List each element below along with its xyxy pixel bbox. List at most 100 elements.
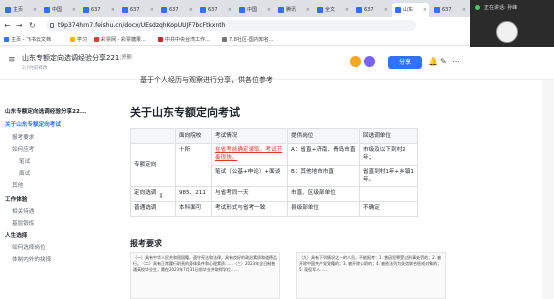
table-cell: 市直、区级部单位 <box>287 186 360 202</box>
table-cell: 专额定向 <box>130 143 176 187</box>
url-input[interactable]: t9p374hrn7.feishu.cn/docx/UEsdzqhKopUUJF… <box>46 20 416 31</box>
browser-tab[interactable]: 637 × <box>197 3 234 17</box>
table-header-row: 面向院校 考试情况 提供岗位 回选调单位 <box>130 128 418 144</box>
sidebar-toggle-icon[interactable]: ≡ <box>8 55 16 65</box>
close-icon[interactable]: × <box>33 3 37 17</box>
browser-tab[interactable]: 腾讯 × <box>275 3 312 17</box>
table-header-cell: 面向院校 <box>175 128 212 144</box>
table-row: 定向选调 985、211 与省考同一天 市直、区级部单位 <box>130 186 418 202</box>
toc-item[interactable]: 面试 <box>19 169 30 177</box>
edit-icon[interactable]: ✎ <box>440 57 447 66</box>
bookmark-item[interactable]: 学习 <box>70 36 87 44</box>
close-icon[interactable]: × <box>462 3 466 17</box>
toc-item[interactable]: 基层锻炼 <box>12 219 34 227</box>
table-header-cell <box>130 128 176 144</box>
tab-favicon-icon <box>434 7 440 13</box>
toc-item[interactable]: 如何选择岗位 <box>12 243 46 251</box>
tab-favicon-icon <box>395 7 401 13</box>
close-icon[interactable]: × <box>267 3 271 17</box>
close-icon[interactable]: × <box>189 3 193 17</box>
close-icon[interactable]: × <box>384 3 388 17</box>
tab-favicon-icon <box>5 7 11 13</box>
browser-tab[interactable]: 全文 × <box>314 3 351 17</box>
tab-favicon-icon <box>44 7 50 13</box>
toc-item[interactable]: 山东专额定向选调经验分享22... <box>5 107 86 115</box>
browser-tab[interactable]: 637 × <box>119 3 156 17</box>
toc-item[interactable]: 人生选择 <box>5 231 27 239</box>
more-icon[interactable]: ⋯ <box>452 57 460 66</box>
close-icon[interactable]: × <box>150 3 154 17</box>
bookmark-item[interactable]: 彩票网 - 彩票糖果... <box>94 36 146 44</box>
toc-item[interactable]: 笔试 <box>19 157 30 165</box>
embedded-image-right[interactable]: （九）具有下列情况之一的人员，不能报考：1. 曾因犯罪受过刑事处罚的；2. 被开… <box>296 252 446 299</box>
browser-tab[interactable]: 637 × <box>80 3 117 17</box>
tab-label: 中国 <box>247 7 258 13</box>
table-cell: B：其他地市市直 <box>287 165 360 187</box>
bookmark-item[interactable]: 中共中央台湾工作... <box>158 36 210 44</box>
tab-label: 637 <box>130 7 140 13</box>
tab-label: 637 <box>91 7 101 13</box>
close-icon[interactable]: × <box>345 3 349 17</box>
table-cell: 985、211 <box>175 186 212 202</box>
back-icon[interactable]: ← <box>4 21 11 30</box>
text-cursor-icon: I <box>160 192 163 200</box>
embedded-image-left[interactable]: （一）具有中华人民共和国国籍，遵守宪法和法律，具有良好的政治素质和道德品行。（二… <box>130 252 280 299</box>
close-icon[interactable]: × <box>228 3 232 17</box>
info-table: 面向院校 考试情况 提供岗位 回选调单位 专额定向 十所 在省考前确定录取，考试… <box>130 128 418 217</box>
doc-meta: 2小时前修改 <box>22 66 48 71</box>
doc-header: ≡ 山东专额定向选调经验分享221023 外部 2小时前修改 分享 🔔 ✎ ⋯ <box>0 47 554 80</box>
browser-tab[interactable]: 637 × <box>353 3 390 17</box>
toc-item[interactable]: 工作体验 <box>5 195 27 203</box>
table-cell: 普通选调 <box>130 201 176 217</box>
tab-label: 637 <box>208 7 218 13</box>
section-heading-requirements: 报考要求 <box>130 239 162 248</box>
toc-item[interactable]: 相关待遇 <box>12 207 34 215</box>
tab-favicon-icon <box>317 7 323 13</box>
table-header-cell: 回选调单位 <box>359 128 418 144</box>
browser-tab[interactable]: 637 × <box>158 3 195 17</box>
notification-icon[interactable]: 🔔 <box>428 57 438 66</box>
browser-tab[interactable]: 中国 × <box>41 3 78 17</box>
table-cell: 省直到村1年+乡镇1年。 <box>359 165 418 187</box>
browser-tab[interactable]: 637 × <box>431 3 468 17</box>
browser-tab[interactable]: 中国 × <box>236 3 273 17</box>
reload-icon[interactable]: ↻ <box>29 21 36 30</box>
tab-favicon-icon <box>239 7 245 13</box>
tab-label: 637 <box>442 7 452 13</box>
table-cell: 与省考同一天 <box>211 186 288 202</box>
toc-item[interactable]: 如何应考 <box>12 145 34 153</box>
browser-tab[interactable]: 主页 × <box>2 3 39 17</box>
lock-icon <box>50 23 54 28</box>
doc-title[interactable]: 山东专额定向选调经验分享221023 <box>22 53 133 63</box>
tab-favicon-icon <box>122 7 128 13</box>
table-cell: 十所 <box>175 143 212 187</box>
browser-tab[interactable]: 山东 × <box>392 3 429 17</box>
avatar[interactable] <box>364 56 375 67</box>
bookmark-item[interactable]: 7.8社区-国内知名... <box>222 36 274 44</box>
close-icon[interactable]: × <box>72 3 76 17</box>
external-badge: 外部 <box>120 54 133 60</box>
close-icon[interactable]: × <box>423 3 427 17</box>
bookmark-icon <box>158 37 163 42</box>
speaking-icon <box>475 5 480 10</box>
toc-item[interactable]: 其他 <box>12 181 23 189</box>
table-cell: A：省直+济南、青岛市直 <box>287 143 360 166</box>
participant-avatar <box>496 21 518 43</box>
toc-item[interactable]: 报考要求 <box>12 133 34 141</box>
bookmark-icon <box>222 37 227 42</box>
share-button[interactable]: 分享 <box>388 56 422 69</box>
toc-item[interactable]: 关于山东专额定向考试 <box>5 120 61 128</box>
address-bar: ← → ↻ t9p374hrn7.feishu.cn/docx/UEsdzqhK… <box>0 17 470 34</box>
table-cell: 不确定 <box>359 201 418 217</box>
bookmark-item[interactable]: 主页 - 飞书云文档 <box>4 36 51 44</box>
table-cell: 在省考前确定录取，考试节奏很快。 <box>211 143 288 166</box>
close-icon[interactable]: × <box>111 3 115 17</box>
avatar[interactable] <box>350 56 361 67</box>
right-toolbar <box>542 80 554 299</box>
forward-icon[interactable]: → <box>16 21 23 30</box>
table-row: 专额定向 十所 在省考前确定录取，考试节奏很快。 A：省直+济南、青岛市直 市级… <box>130 143 418 187</box>
table-row: 普通选调 本科面可 考试形式与省考一致 县级部单位 不确定 <box>130 201 418 217</box>
close-icon[interactable]: × <box>306 3 310 17</box>
doc-banner: 基于个人经历与观察进行分享，供各位参考 <box>140 76 273 84</box>
toc-item[interactable]: 体制内外的抉择 <box>12 255 51 263</box>
